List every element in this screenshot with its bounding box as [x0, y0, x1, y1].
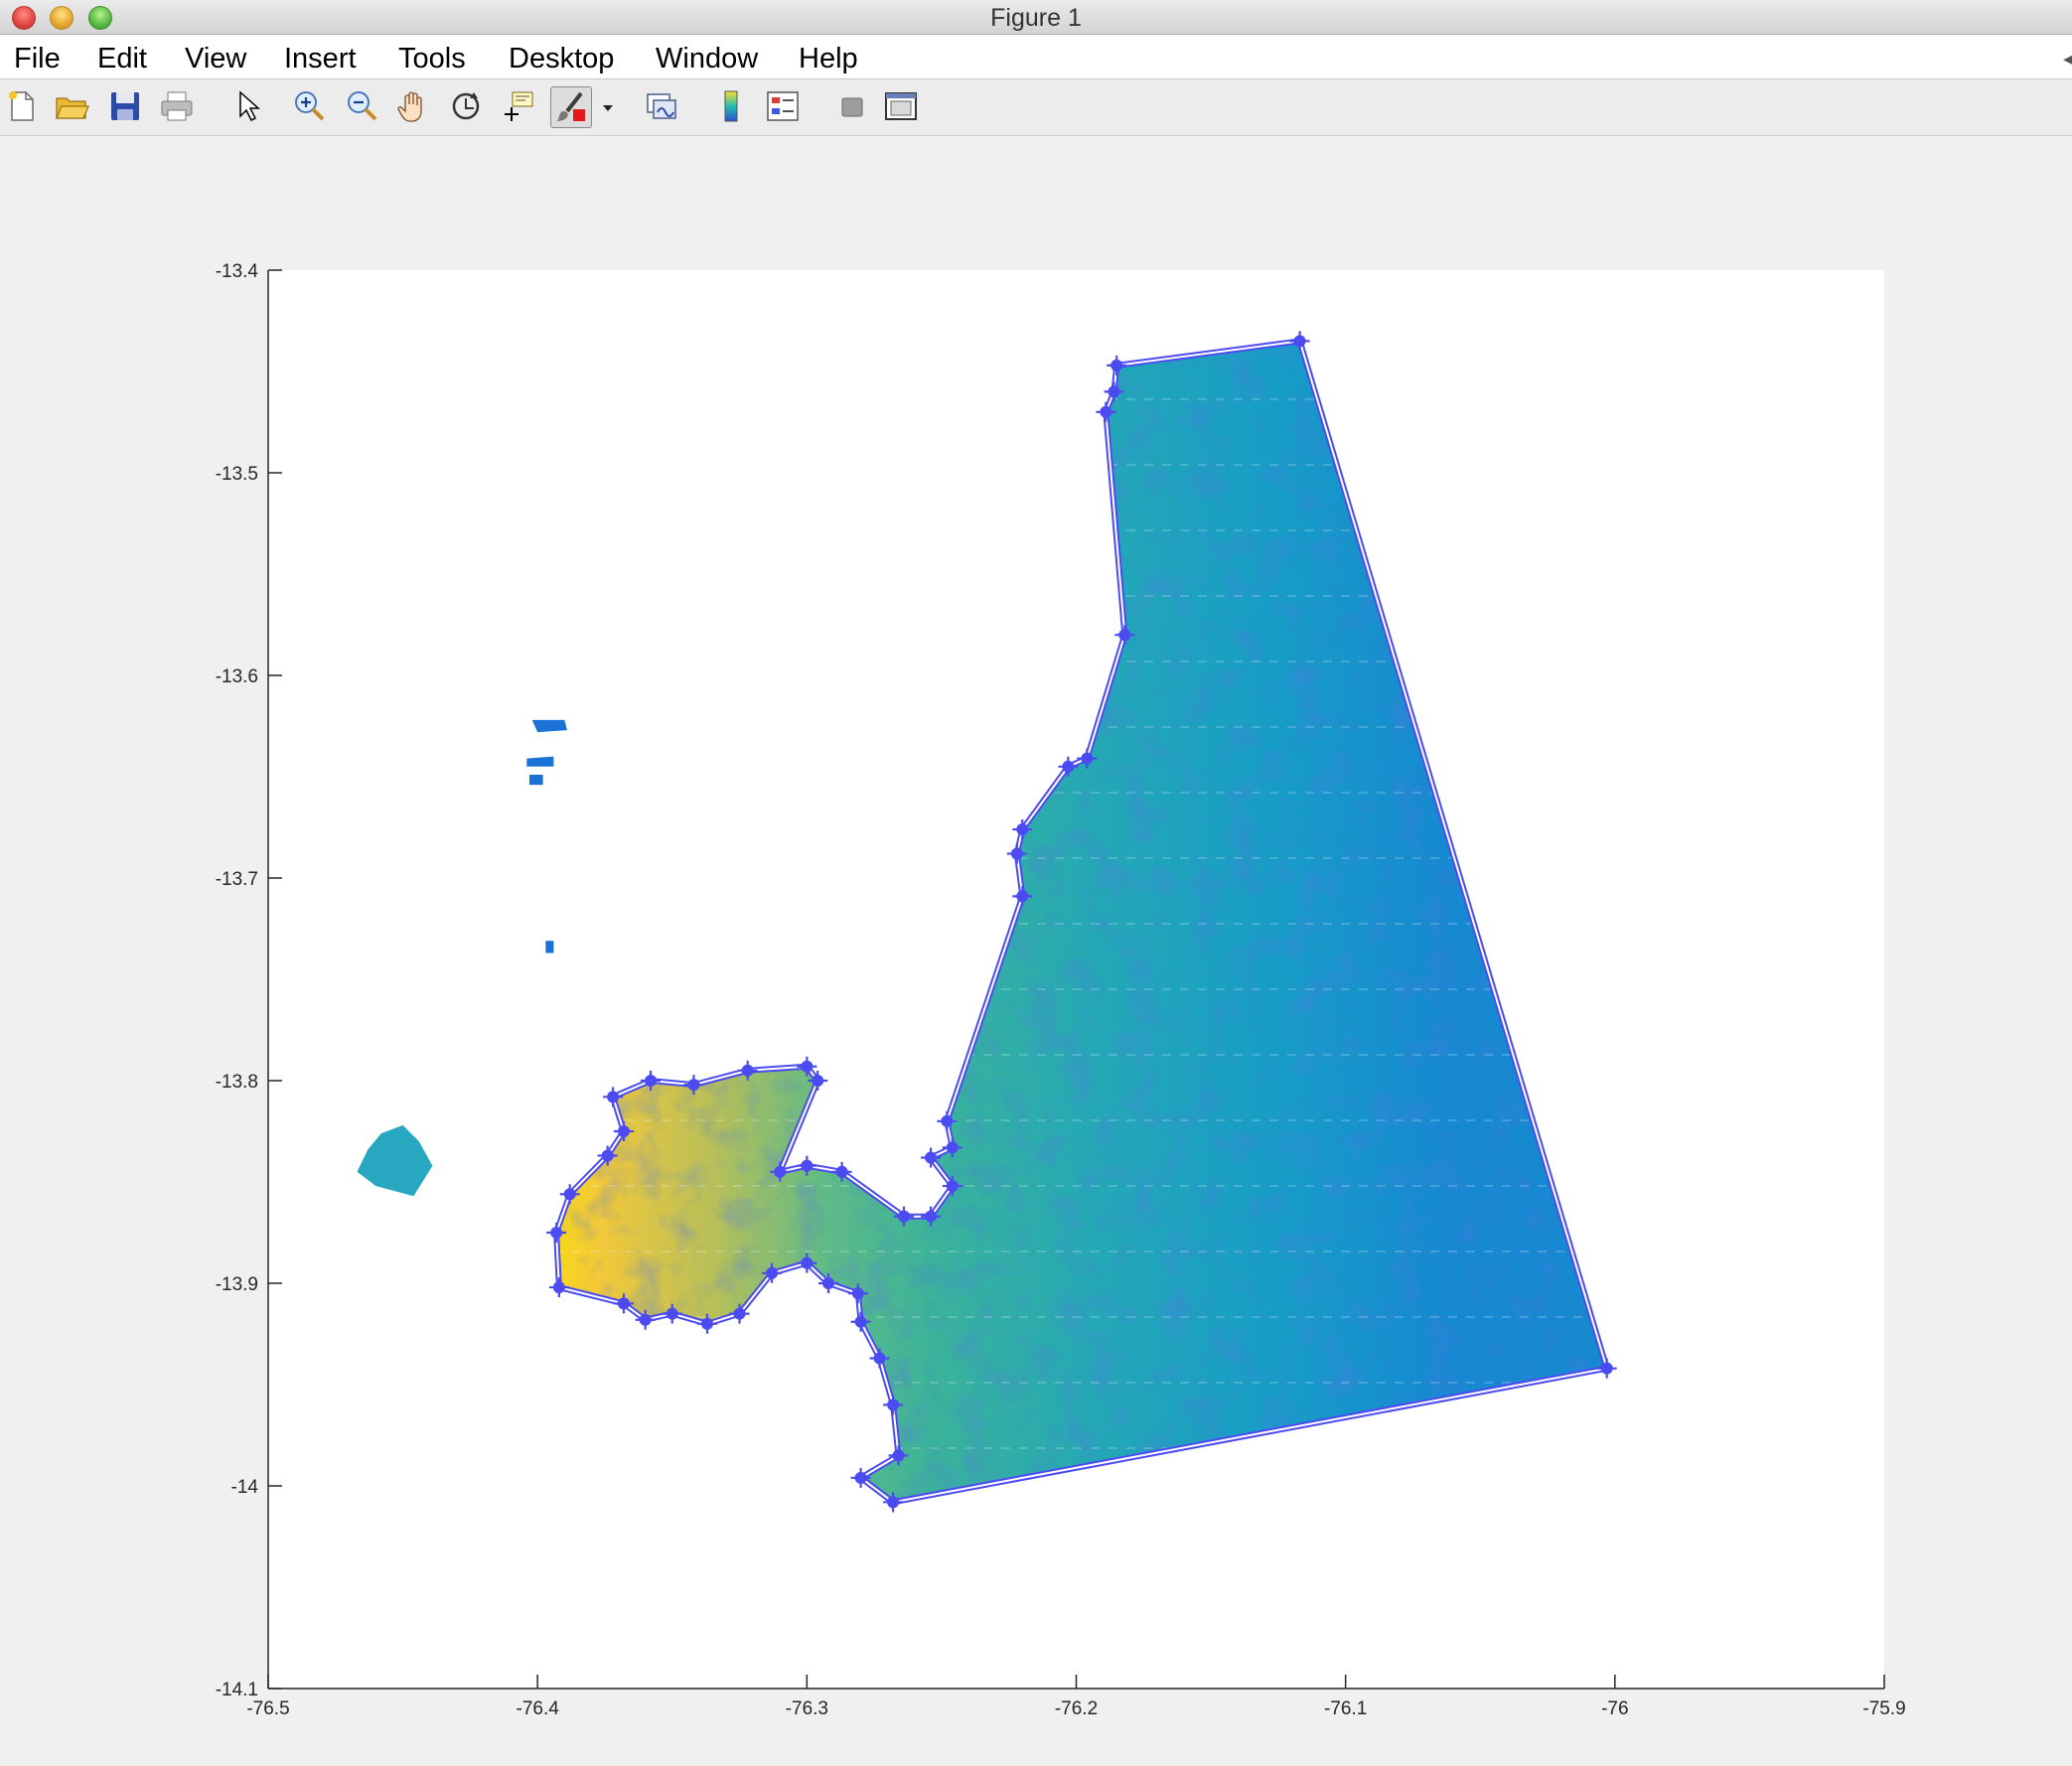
menu-edit[interactable]: Edit [97, 43, 147, 75]
rotate-3d-icon [452, 92, 480, 120]
survey-region-island [529, 775, 543, 786]
show-plot-tools-icon [885, 92, 917, 120]
y-tick-label: -13.8 [216, 1072, 258, 1093]
hide-plot-tools-icon [841, 97, 863, 117]
pan-button[interactable] [395, 88, 431, 124]
plot-svg: -76.5 -76.4 -76.3 -76.2 -76.1 -76 -75.9 -13.4 -1… [216, 261, 1906, 1719]
x-tick-label: -76.4 [517, 1698, 560, 1719]
x-tick-label: -75.9 [1862, 1698, 1905, 1719]
y-tick-label: -13.6 [216, 666, 258, 687]
y-tick-label: -13.9 [216, 1274, 258, 1295]
x-tick-label: -76.5 [246, 1698, 289, 1719]
zoom-in-button[interactable] [292, 88, 328, 124]
window-title: Figure 1 [990, 4, 1082, 32]
open-file-button[interactable] [54, 88, 89, 124]
menubar: File Edit View Insert Tools Desktop Wind… [0, 35, 2072, 79]
rotate-3d-button[interactable] [448, 88, 484, 124]
new-figure-button[interactable] [4, 88, 40, 124]
menu-file[interactable]: File [14, 43, 61, 75]
menu-window[interactable]: Window [656, 43, 758, 75]
x-tick-label: -76 [1601, 1698, 1628, 1719]
y-tick-label: -13.4 [216, 261, 259, 282]
data-cursor-icon [505, 91, 533, 121]
link-plot-button[interactable] [644, 88, 679, 124]
data-cursor-button[interactable] [501, 88, 536, 124]
x-tick-label: -76.3 [786, 1698, 828, 1719]
save-button[interactable] [107, 88, 143, 124]
y-tick-label: -13.5 [216, 464, 258, 485]
brush-icon [557, 91, 585, 121]
pan-hand-icon [397, 91, 422, 122]
figure-toolbar [0, 79, 2072, 136]
menu-view[interactable]: View [185, 43, 246, 75]
survey-region-island [545, 941, 554, 954]
menubar-overflow-icon: ◂ [2062, 49, 2072, 69]
new-figure-icon [9, 91, 34, 121]
dropdown-arrow-icon [603, 105, 613, 111]
zoom-out-button[interactable] [345, 88, 380, 124]
insert-colorbar-button[interactable] [713, 88, 749, 124]
menu-insert[interactable]: Insert [284, 43, 357, 75]
open-file-icon [56, 97, 89, 119]
save-icon [111, 92, 139, 120]
insert-legend-button[interactable] [765, 88, 801, 124]
x-tick-label: -76.2 [1055, 1698, 1098, 1719]
hide-plot-tools-button[interactable] [834, 88, 870, 124]
print-button[interactable] [159, 88, 195, 124]
show-plot-tools-button[interactable] [883, 88, 919, 124]
brush-button[interactable] [550, 86, 592, 128]
insert-colorbar-icon [724, 90, 738, 122]
window-titlebar: Figure 1 [0, 0, 2072, 35]
survey-region-island [531, 719, 567, 733]
link-plot-icon [647, 93, 676, 119]
zoom-out-icon [348, 91, 377, 121]
menu-desktop[interactable]: Desktop [509, 43, 614, 75]
print-icon [161, 91, 193, 121]
y-tick-label: -14.1 [216, 1680, 258, 1700]
x-tick-label: -76.1 [1324, 1698, 1367, 1719]
brush-dropdown-button[interactable] [599, 88, 619, 124]
menu-help[interactable]: Help [799, 43, 858, 75]
y-tick-label: -14 [231, 1477, 259, 1498]
insert-legend-icon [767, 91, 799, 121]
menu-tools[interactable]: Tools [398, 43, 466, 75]
y-tick-label: -13.7 [216, 869, 258, 890]
zoom-in-icon [295, 91, 325, 121]
edit-plot-arrow-icon [239, 90, 260, 122]
figure-canvas: -76.5 -76.4 -76.3 -76.2 -76.1 -76 -75.9 -13.4 -1… [0, 136, 2072, 1766]
edit-plot-button[interactable] [230, 88, 266, 124]
